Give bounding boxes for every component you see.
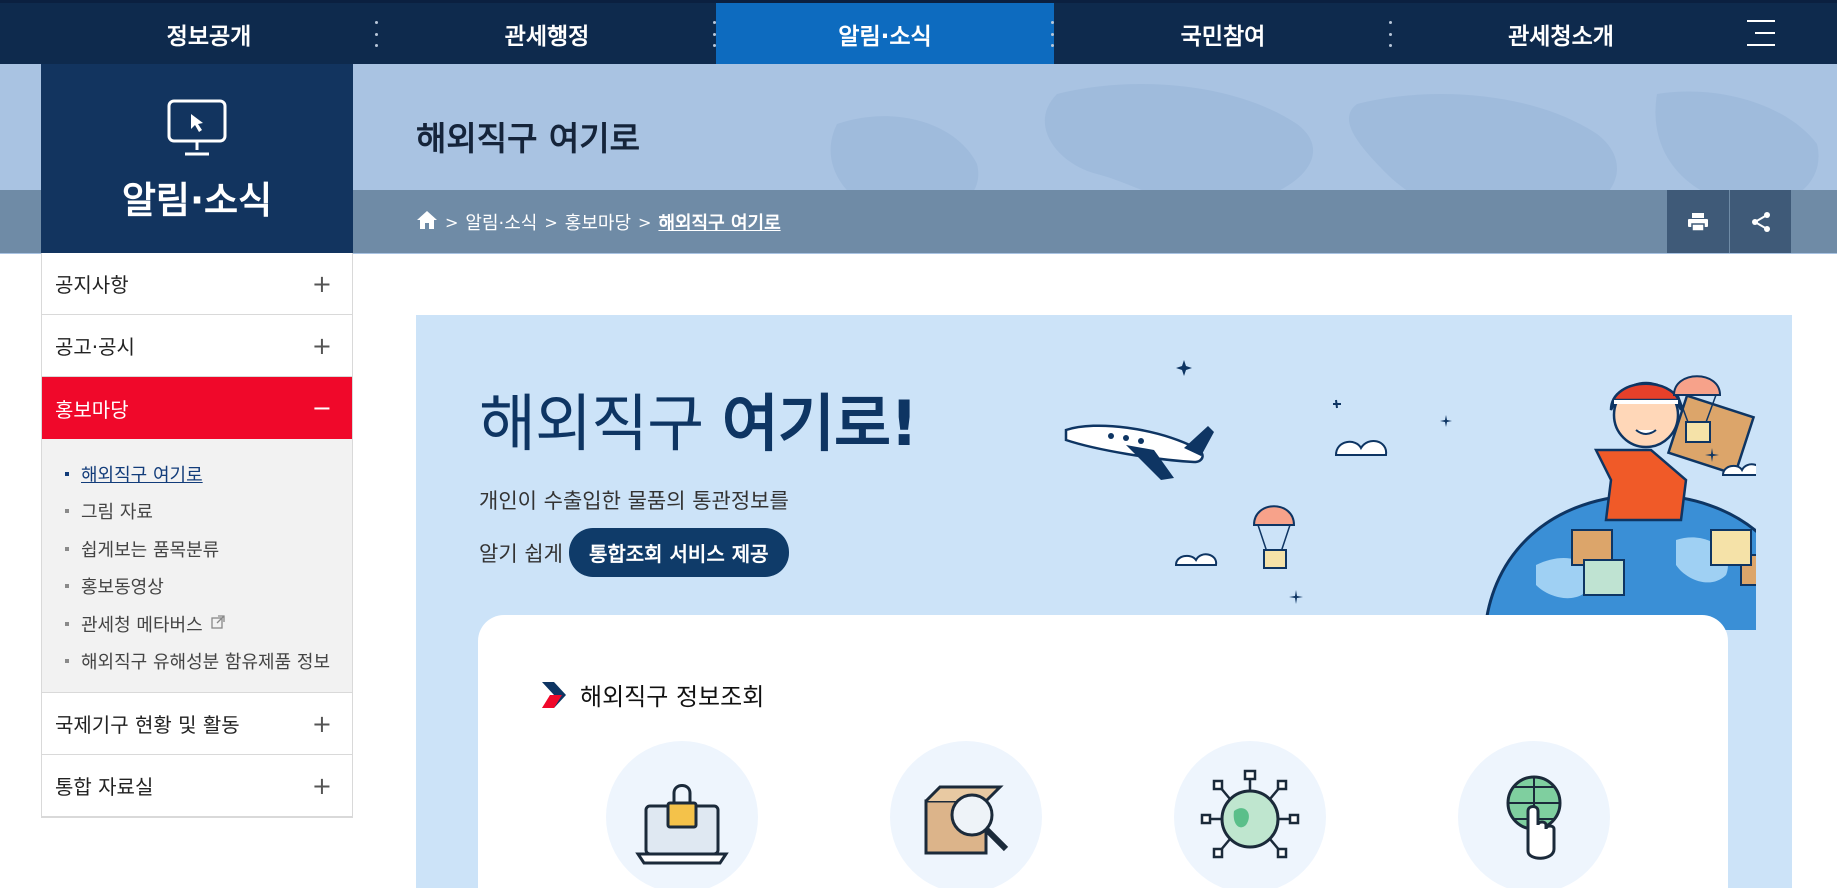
submenu-item-label: 쉽게보는 품목분류 bbox=[81, 539, 220, 561]
nav-item-label: 관세행정 bbox=[504, 23, 590, 50]
card-title: 해외직구 정보조회 bbox=[540, 677, 764, 712]
submenu-item-label: 그림 자료 bbox=[81, 502, 153, 524]
nav-item-news[interactable]: 알림·소식 bbox=[716, 3, 1054, 64]
page-title: 해외직구 여기로 bbox=[416, 119, 641, 158]
nav-item-label: 국민참여 bbox=[1180, 23, 1266, 50]
hamburger-icon[interactable] bbox=[1747, 20, 1775, 46]
sidebar-item-label: 통합 자료실 bbox=[55, 775, 154, 799]
sidebar-item-announcements[interactable]: 공고·공시 + bbox=[42, 315, 352, 377]
laptop-lock-icon bbox=[635, 784, 729, 865]
hero-title-bold: 여기로! bbox=[721, 387, 918, 460]
nav-item-label: 정보공개 bbox=[166, 23, 252, 50]
bullet-icon bbox=[65, 621, 69, 626]
hero-title: 해외직구 여기로! bbox=[479, 373, 918, 463]
bullet-icon bbox=[65, 509, 69, 514]
expand-icon: + bbox=[311, 771, 332, 800]
hero-description: 개인이 수출입한 물품의 통관정보를 bbox=[479, 489, 789, 513]
service-globe-touch[interactable] bbox=[1458, 741, 1610, 888]
sidebar-item-label: 공지사항 bbox=[55, 273, 129, 297]
sidebar-menu: 공지사항 + 공고·공시 + 홍보마당 − 해외직구 여기로 그림 자료 쉽게보… bbox=[41, 253, 353, 818]
expand-icon: + bbox=[311, 331, 332, 360]
hero-description-text: 알기 쉽게 bbox=[479, 541, 563, 566]
sidebar-category-header: 알림·소식 bbox=[41, 64, 353, 253]
sidebar-item-label: 홍보마당 bbox=[55, 397, 129, 422]
breadcrumb-separator: > bbox=[638, 212, 652, 232]
nav-item-participation[interactable]: 국민참여 bbox=[1054, 3, 1392, 64]
sidebar-category-title: 알림·소식 bbox=[121, 179, 273, 222]
sidebar-item-notices[interactable]: 공지사항 + bbox=[42, 253, 352, 315]
share-button[interactable] bbox=[1729, 190, 1791, 253]
breadcrumb-separator: > bbox=[445, 212, 459, 232]
breadcrumb-separator: > bbox=[544, 212, 558, 232]
collapse-icon: − bbox=[311, 394, 332, 422]
expand-icon: + bbox=[311, 709, 332, 738]
bullet-icon bbox=[65, 471, 69, 476]
delivery-person-icon bbox=[1593, 381, 1756, 522]
service-globe-network[interactable] bbox=[1174, 741, 1326, 888]
nav-item-label: 알림·소식 bbox=[838, 23, 932, 50]
sidebar-item-promotion[interactable]: 홍보마당 − bbox=[42, 377, 352, 439]
box-search-icon bbox=[924, 785, 1009, 855]
delivery-illustration bbox=[1064, 360, 1756, 630]
bullet-icon bbox=[65, 584, 69, 589]
submenu-item-label: 해외직구 여기로 bbox=[81, 464, 203, 486]
breadcrumb-item[interactable]: 홍보마당 bbox=[565, 209, 631, 235]
submenu-item-label: 관세청 메타버스 bbox=[81, 614, 203, 636]
bullet-icon bbox=[65, 546, 69, 551]
nav-item-about[interactable]: 관세청소개 bbox=[1392, 3, 1730, 64]
breadcrumb: > 알림·소식 > 홍보마당 > 해외직구 여기로 bbox=[416, 208, 781, 236]
sidebar-item-label: 공고·공시 bbox=[55, 335, 135, 359]
print-icon bbox=[1688, 212, 1708, 232]
chevron-right-icon bbox=[542, 681, 566, 708]
airplane-icon bbox=[1064, 424, 1214, 480]
sidebar-submenu: 해외직구 여기로 그림 자료 쉽게보는 품목분류 홍보동영상 관세청 메타버스 … bbox=[42, 439, 352, 693]
submenu-item-classification[interactable]: 쉽게보는 품목분류 bbox=[42, 530, 352, 568]
sidebar-item-label: 국제기구 현황 및 활동 bbox=[55, 713, 240, 737]
submenu-item-images[interactable]: 그림 자료 bbox=[42, 493, 352, 531]
share-icon bbox=[1751, 211, 1770, 232]
nav-item-customs-admin[interactable]: 관세행정 bbox=[378, 3, 716, 64]
submenu-item-hazardous-products[interactable]: 해외직구 유해성분 함유제품 정보 bbox=[42, 643, 352, 681]
hero-title-light: 해외직구 bbox=[479, 387, 722, 460]
breadcrumb-current[interactable]: 해외직구 여기로 bbox=[658, 209, 780, 235]
submenu-item-videos[interactable]: 홍보동영상 bbox=[42, 568, 352, 606]
hero-description-line2: 알기 쉽게 통합조회 서비스 제공 bbox=[479, 528, 789, 577]
sidebar-item-archive[interactable]: 통합 자료실 + bbox=[42, 755, 352, 817]
submenu-item-overseas-direct[interactable]: 해외직구 여기로 bbox=[42, 455, 352, 493]
expand-icon: + bbox=[311, 269, 332, 298]
top-navigation: 정보공개 관세행정 알림·소식 국민참여 관세청소개 bbox=[0, 0, 1837, 64]
nav-item-info-disclosure[interactable]: 정보공개 bbox=[40, 3, 378, 64]
sidebar-item-international[interactable]: 국제기구 현황 및 활동 + bbox=[42, 693, 352, 755]
submenu-item-metaverse[interactable]: 관세청 메타버스 bbox=[42, 605, 352, 643]
submenu-item-label: 홍보동영상 bbox=[81, 577, 164, 599]
globe-touch-icon bbox=[1506, 775, 1562, 860]
bullet-icon bbox=[65, 659, 69, 664]
submenu-item-label: 해외직구 유해성분 함유제품 정보 bbox=[81, 652, 331, 674]
globe-network-icon bbox=[1200, 769, 1300, 859]
external-link-icon bbox=[211, 615, 225, 633]
print-button[interactable] bbox=[1667, 190, 1729, 253]
card-title-text: 해외직구 정보조회 bbox=[580, 683, 765, 711]
service-laptop-lock[interactable] bbox=[606, 741, 758, 888]
nav-item-label: 관세청소개 bbox=[1508, 23, 1614, 50]
integrated-service-badge: 통합조회 서비스 제공 bbox=[568, 528, 789, 577]
home-icon[interactable] bbox=[416, 210, 438, 235]
info-lookup-card: 해외직구 정보조회 bbox=[478, 615, 1728, 888]
service-box-search[interactable] bbox=[890, 741, 1042, 888]
hero-banner: 해외직구 여기로! 개인이 수출입한 물품의 통관정보를 알기 쉽게 통합조회 … bbox=[416, 315, 1792, 888]
breadcrumb-item[interactable]: 알림·소식 bbox=[465, 209, 537, 235]
monitor-cursor-icon bbox=[167, 99, 227, 156]
